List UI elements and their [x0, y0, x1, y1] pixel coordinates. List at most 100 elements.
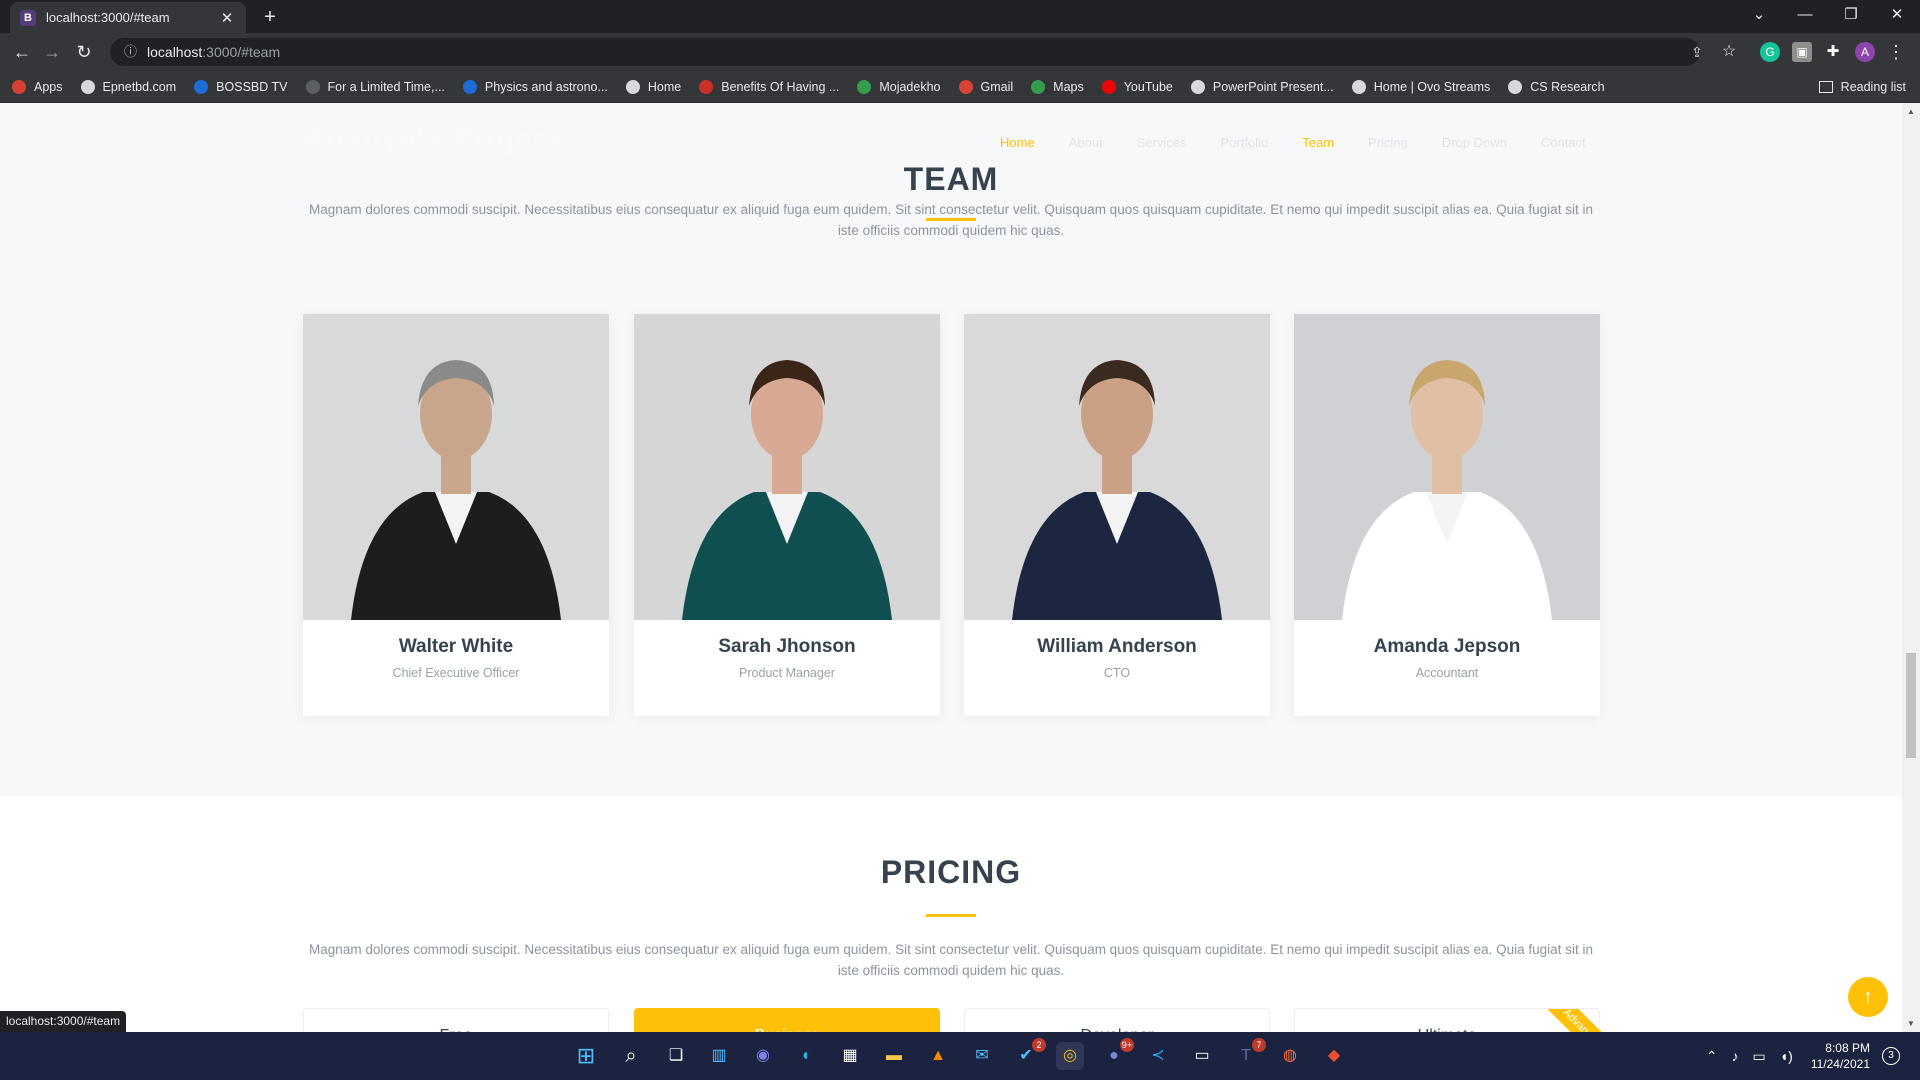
pricing-section: PRICING Magnam dolores commodi suscipit.… [0, 796, 1902, 1032]
globe-icon [1508, 79, 1523, 94]
nav-link-services[interactable]: Services [1137, 135, 1187, 150]
bookmark-star-icon[interactable]: ☆ [1717, 41, 1741, 63]
bookmark-item[interactable]: Apps [12, 79, 63, 94]
bookmark-item[interactable]: Benefits Of Having ... [699, 79, 840, 94]
bookmark-item[interactable]: CS Research [1508, 79, 1605, 94]
team-member-card: Sarah Jhonson Product Manager [634, 314, 940, 716]
team-member-name: Sarah Jhonson [718, 636, 856, 657]
extensions-puzzle-icon[interactable]: ✚ [1823, 42, 1843, 62]
bookmark-label: Apps [34, 79, 63, 94]
grammarly-extension-icon[interactable]: G [1760, 42, 1780, 62]
teams-icon[interactable]: T7 [1232, 1038, 1266, 1070]
bookmark-item[interactable]: For a Limited Time,... [305, 79, 445, 94]
bookmark-label: Benefits Of Having ... [721, 79, 840, 94]
bookmark-label: YouTube [1123, 79, 1173, 94]
notification-badge[interactable]: 3 [1882, 1047, 1900, 1065]
nav-link-about[interactable]: About [1069, 135, 1103, 150]
restore-button[interactable]: ❐ [1828, 0, 1874, 30]
team-member-card: William Anderson CTO [964, 314, 1270, 716]
firefox-icon[interactable]: ◍ [1276, 1042, 1304, 1070]
widgets-icon[interactable]: ▥ [705, 1042, 733, 1070]
volume-icon[interactable]: ◖) [1780, 1048, 1793, 1064]
back-icon[interactable]: ← [10, 41, 34, 63]
minimize-button[interactable]: — [1782, 0, 1828, 30]
team-member-role: Accountant [1415, 666, 1479, 680]
bookmark-label: Gmail [980, 79, 1014, 94]
teams-badge: 7 [1252, 1038, 1266, 1052]
nav-link-contact[interactable]: Contact [1541, 135, 1586, 150]
share-icon[interactable]: ⇪ [1685, 41, 1709, 63]
bookmark-item[interactable]: Physics and astrono... [462, 79, 608, 94]
menu-kebab-icon[interactable]: ⋮ [1884, 41, 1908, 63]
vscode-icon[interactable]: ≺ [1144, 1042, 1172, 1070]
team-member-role: Product Manager [739, 666, 835, 680]
extension-icon[interactable]: ▣ [1792, 42, 1812, 62]
nav-link-drop-down[interactable]: Drop Down [1442, 135, 1507, 150]
git-icon[interactable]: ◆ [1320, 1042, 1348, 1070]
close-tab-icon[interactable]: ✕ [218, 9, 236, 27]
todo-badge: 2 [1032, 1038, 1046, 1052]
edge-icon[interactable]: ◐ [793, 1042, 821, 1070]
start-windows-icon[interactable]: ⊞ [572, 1042, 600, 1070]
nav-link-home[interactable]: Home [1000, 135, 1035, 150]
nav-link-portfolio[interactable]: Portfolio [1221, 135, 1269, 150]
bookmark-item[interactable]: Home [625, 79, 681, 94]
site-logo[interactable]: Ananya's Project [303, 123, 561, 157]
tab-strip: B localhost:3000/#team ✕ + ⌄ — ❐ ✕ [0, 0, 1920, 33]
file-explorer-icon[interactable]: ▬ [880, 1042, 908, 1070]
reading-list-button[interactable]: Reading list [1818, 71, 1906, 103]
store-icon[interactable]: ▦ [836, 1042, 864, 1070]
new-tab-button[interactable]: + [258, 6, 282, 30]
reload-icon[interactable]: ↻ [72, 41, 96, 63]
address-bar[interactable]: ⓘ localhost:3000/#team [110, 38, 1700, 66]
scroll-thumb[interactable] [1906, 653, 1916, 758]
clock[interactable]: 8:08 PM 11/24/2021 [1811, 1040, 1870, 1072]
search-icon[interactable]: ⌕ [617, 1042, 645, 1070]
network-icon[interactable]: ▭ [1752, 1048, 1765, 1065]
pricing-card: Developer [964, 1008, 1270, 1032]
todo-icon[interactable]: ✔ 2 [1012, 1038, 1046, 1070]
title-underline [926, 914, 976, 917]
nav-link-pricing[interactable]: Pricing [1368, 135, 1408, 150]
chat-icon[interactable]: ◉ [749, 1042, 777, 1070]
browser-tab[interactable]: B localhost:3000/#team ✕ [10, 2, 246, 33]
team-member-card: Walter White Chief Executive Officer [303, 314, 609, 716]
bookmark-item[interactable]: Epnetbd.com [80, 79, 176, 94]
nav-link-team[interactable]: Team [1302, 135, 1334, 150]
bookmark-item[interactable]: Mojadekho [857, 79, 941, 94]
scroll-up-icon[interactable]: ▲ [1907, 107, 1915, 116]
chrome-icon[interactable]: ◎ [1056, 1042, 1084, 1070]
back-to-top-button[interactable]: ↑ [1848, 977, 1888, 1017]
tab-title: localhost:3000/#team [46, 10, 170, 25]
scrollbar[interactable]: ▲ ▼ [1902, 103, 1920, 1032]
bookmark-item[interactable]: Maps [1031, 79, 1084, 94]
page-viewport: Ananya's Project Home About Services Portfo… [0, 103, 1902, 1032]
tab-search-icon[interactable]: ⌄ [1736, 0, 1782, 30]
bookmark-item[interactable]: BOSSBD TV [194, 79, 288, 94]
terminal-icon[interactable]: ▭ [1188, 1042, 1216, 1070]
bookmark-item[interactable]: YouTube [1101, 79, 1173, 94]
bookmark-item[interactable]: Gmail [958, 79, 1014, 94]
taskbar: ⊞ ⌕ ❏ ▥ ◉ ◐ ▦ ▬ ▲ ✉ ✔ 2 ◎ ● 9+ ≺ ▭ T7 ◍ ◆ … [0, 1032, 1920, 1080]
close-window-button[interactable]: ✕ [1874, 0, 1920, 30]
task-view-icon[interactable]: ❏ [662, 1042, 690, 1070]
vlc-icon[interactable]: ▲ [924, 1042, 952, 1070]
mail-icon[interactable]: ✉ [968, 1042, 996, 1070]
chevron-up-icon[interactable]: ⌃ [1706, 1048, 1718, 1065]
discord-icon[interactable]: ● 9+ [1100, 1038, 1134, 1070]
microphone-icon[interactable]: ♪ [1731, 1048, 1738, 1064]
pricing-title: PRICING [880, 854, 1022, 890]
ribbon-label: Advanced [1542, 1009, 1607, 1032]
scroll-down-icon[interactable]: ▼ [1907, 1019, 1915, 1028]
page-icon [462, 79, 477, 94]
pricing-card: UltimateAdvanced [1294, 1008, 1607, 1032]
site-info-icon[interactable]: ⓘ [124, 38, 137, 66]
forward-icon[interactable]: → [40, 41, 64, 63]
profile-avatar[interactable]: A [1855, 42, 1875, 62]
bookmark-item[interactable]: PowerPoint Present... [1190, 79, 1334, 94]
pricing-card: Free [303, 1008, 609, 1032]
advanced-ribbon: Advanced [1527, 1009, 1607, 1032]
bookmark-item[interactable]: Home | Ovo Streams [1351, 79, 1490, 94]
bookmark-label: Mojadekho [879, 79, 941, 94]
pricing-description: Magnam dolores commodi suscipit. Necessi… [309, 942, 1593, 978]
